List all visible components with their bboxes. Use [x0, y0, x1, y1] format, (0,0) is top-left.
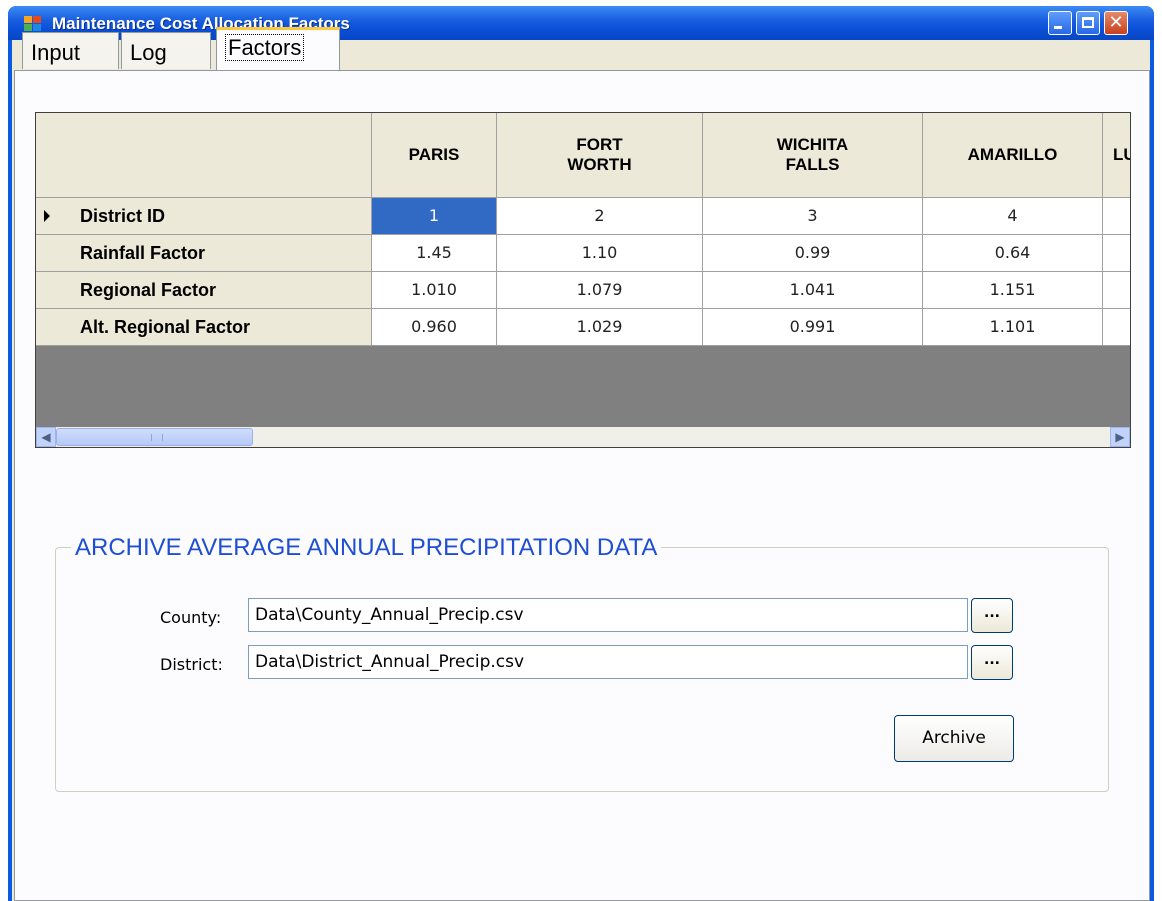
column-header[interactable]: WICHITA FALLS — [703, 113, 923, 198]
grid-cell[interactable]: 0.960 — [372, 309, 497, 346]
tab-factors-label: Factors — [225, 34, 305, 61]
close-button[interactable]: ✕ — [1104, 11, 1128, 35]
scroll-right-button[interactable]: ▶ — [1110, 427, 1130, 447]
scroll-thumb[interactable] — [56, 428, 253, 446]
grid-cell[interactable]: 1.029 — [497, 309, 703, 346]
grid-cell[interactable]: 0.99 — [703, 235, 923, 272]
arrow-right-icon: ▶ — [1115, 430, 1125, 444]
row-label: Regional Factor — [80, 280, 217, 300]
tab-input[interactable]: Input — [22, 32, 119, 69]
row-label: Rainfall Factor — [80, 243, 206, 263]
grid-cell[interactable]: 1.010 — [372, 272, 497, 309]
grid-cell[interactable]: 1.079 — [497, 272, 703, 309]
current-row-icon — [44, 210, 50, 222]
scroll-left-button[interactable]: ◀ — [36, 427, 56, 447]
column-header[interactable]: PARIS — [372, 113, 497, 198]
grid-cell[interactable]: 1.45 — [372, 235, 497, 272]
row-header[interactable]: District ID — [36, 198, 372, 235]
factors-grid[interactable]: PARIS FORT WORTH WICHITA FALLS AMARILLO … — [35, 112, 1131, 448]
column-header[interactable]: FORT WORTH — [497, 113, 703, 198]
row-header[interactable]: Rainfall Factor — [36, 235, 372, 272]
grid-cell[interactable]: 1.10 — [497, 235, 703, 272]
grid-cell[interactable]: 3 — [703, 198, 923, 235]
county-browse-button[interactable]: ... — [971, 598, 1013, 633]
row-header[interactable]: Regional Factor — [36, 272, 372, 309]
column-header-label: AMARILLO — [967, 145, 1058, 164]
row-header[interactable]: Alt. Regional Factor — [36, 309, 372, 346]
grid-cell[interactable]: 1.151 — [923, 272, 1103, 309]
minimize-icon — [1054, 26, 1062, 29]
grid-cell[interactable]: 4 — [923, 198, 1103, 235]
maximize-button[interactable] — [1076, 11, 1100, 35]
district-browse-button[interactable]: ... — [971, 645, 1013, 680]
horizontal-scrollbar[interactable]: ◀ ▶ — [36, 427, 1130, 447]
grid-cell[interactable]: 1.101 — [923, 309, 1103, 346]
grid-cell[interactable]: 1.041 — [703, 272, 923, 309]
grid-cell[interactable] — [1103, 235, 1130, 272]
grid-cell[interactable]: 0.991 — [703, 309, 923, 346]
column-header-label: LU — [1113, 145, 1130, 164]
district-label: District: — [160, 655, 223, 674]
grid-cell[interactable]: 0.64 — [923, 235, 1103, 272]
grid-cell[interactable]: 1 — [372, 198, 497, 235]
row-label: Alt. Regional Factor — [80, 317, 251, 337]
column-header-label: FORT WORTH — [567, 135, 632, 174]
county-path-input[interactable]: Data\County_Annual_Precip.csv — [248, 598, 968, 632]
column-header[interactable]: LU — [1103, 113, 1130, 198]
archive-group-title: ARCHIVE AVERAGE ANNUAL PRECIPITATION DAT… — [71, 534, 662, 562]
column-header-label: WICHITA FALLS — [776, 135, 849, 174]
grid-corner-header — [36, 113, 372, 198]
grid-cell[interactable] — [1103, 309, 1130, 346]
tab-input-label: Input — [31, 40, 80, 65]
grid-cell[interactable]: 2 — [497, 198, 703, 235]
maximize-icon — [1082, 17, 1094, 28]
app-icon — [24, 16, 42, 32]
tab-log-label: Log — [130, 40, 167, 65]
grid-cell[interactable] — [1103, 272, 1130, 309]
minimize-button[interactable] — [1048, 11, 1072, 35]
close-icon: ✕ — [1108, 12, 1124, 33]
tab-factors[interactable]: Factors — [216, 27, 340, 70]
row-label: District ID — [80, 206, 166, 226]
arrow-left-icon: ◀ — [41, 430, 51, 444]
county-label: County: — [160, 608, 222, 627]
grid-cell[interactable] — [1103, 198, 1130, 235]
column-header[interactable]: AMARILLO — [923, 113, 1103, 198]
district-path-input[interactable]: Data\District_Annual_Precip.csv — [248, 645, 968, 679]
column-header-label: PARIS — [408, 145, 460, 164]
archive-button[interactable]: Archive — [894, 715, 1014, 762]
tab-log[interactable]: Log — [121, 32, 211, 69]
grip-icon — [151, 434, 163, 441]
